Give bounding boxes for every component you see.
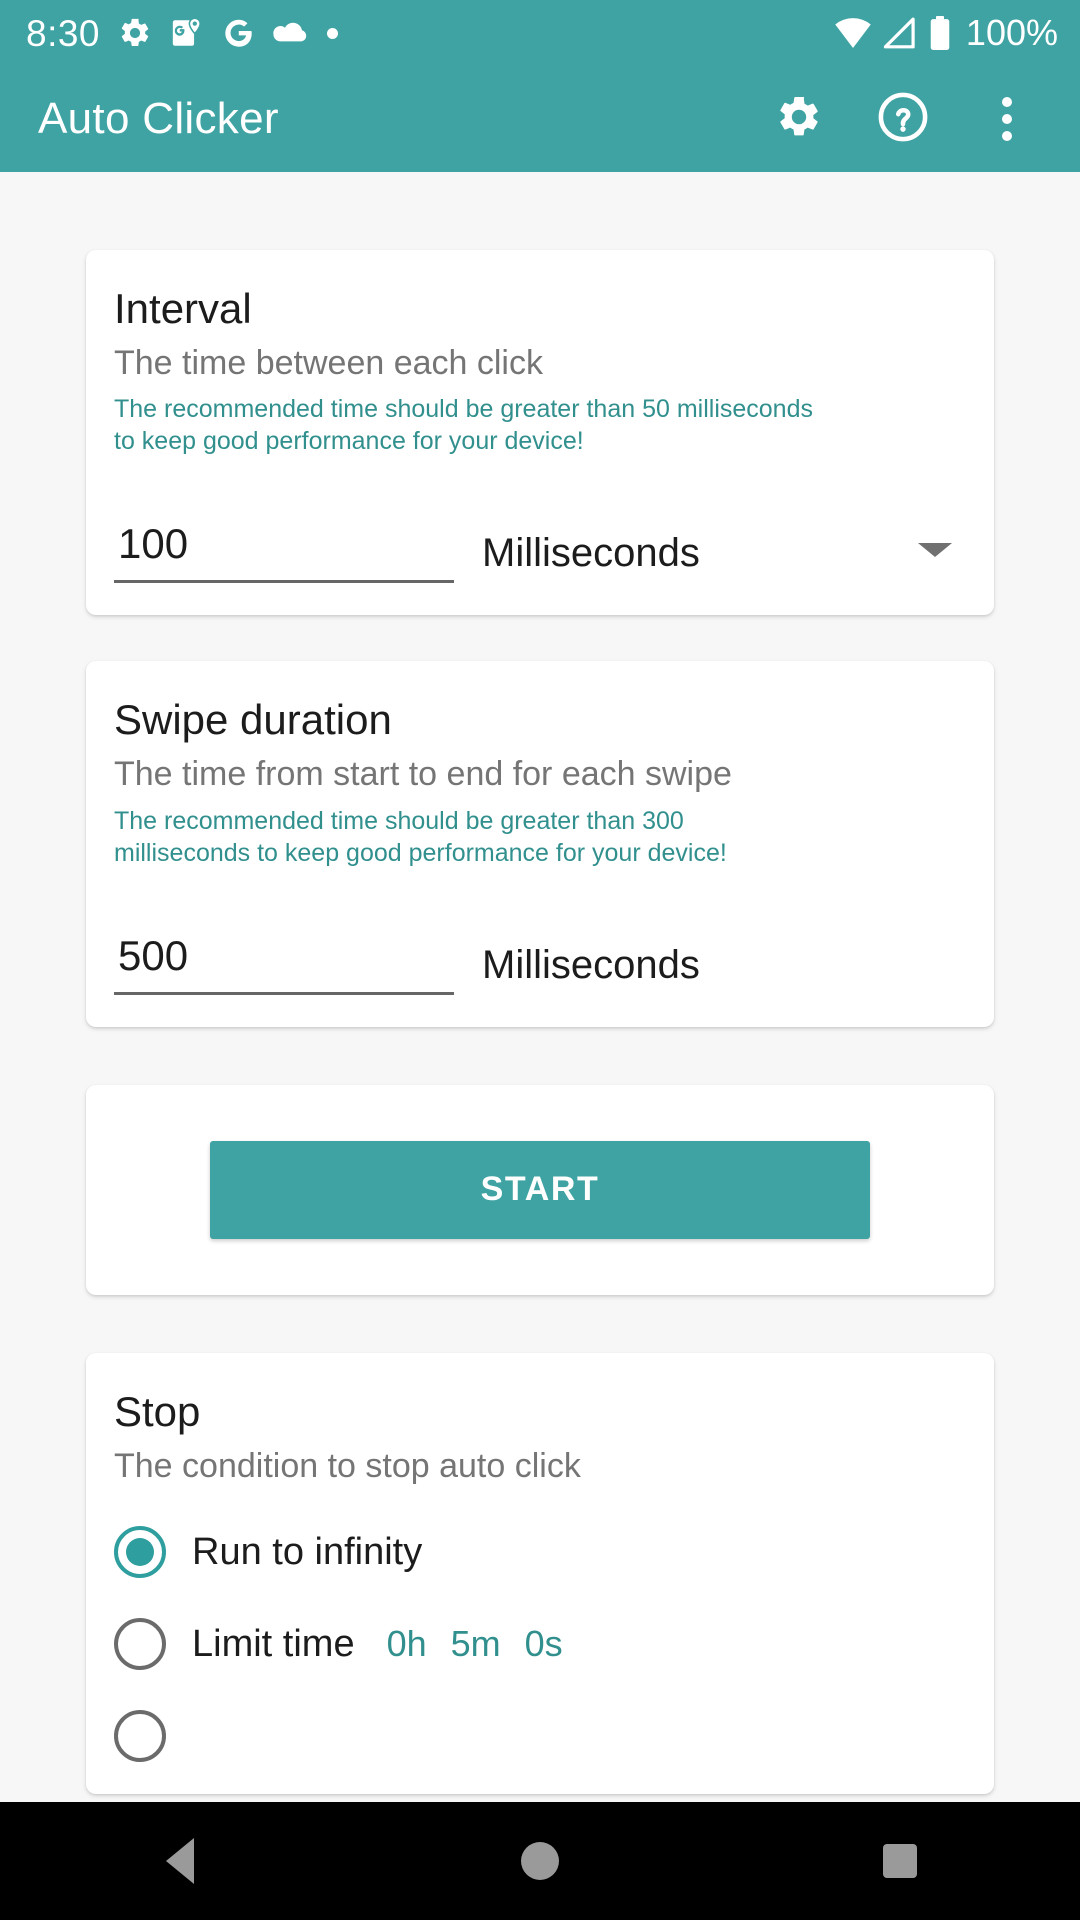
- swipe-duration-unit-label: Milliseconds: [482, 942, 700, 987]
- action-card: START: [86, 1084, 994, 1295]
- status-bar: 8:30 100%: [0, 0, 1080, 66]
- app-bar: Auto Clicker: [0, 66, 1080, 172]
- signal-icon: [882, 17, 918, 49]
- interval-value-input[interactable]: [114, 520, 454, 584]
- start-button[interactable]: START: [210, 1140, 870, 1239]
- stop-option-label: Run to infinity: [192, 1530, 423, 1573]
- stop-subtitle: The condition to stop auto click: [114, 1446, 581, 1485]
- system-navigation-bar: [0, 1802, 1080, 1920]
- app-screen: 8:30 100% Auto Clicker Interval The time…: [0, 0, 1080, 1920]
- status-bar-left: 8:30: [26, 12, 339, 54]
- swipe-duration-subtitle: The time from start to end for each swip…: [114, 755, 732, 794]
- back-button[interactable]: [120, 1802, 240, 1920]
- radio-button-icon[interactable]: [114, 1617, 166, 1670]
- interval-title: Interval: [114, 285, 252, 332]
- back-icon: [166, 1838, 194, 1884]
- stop-option-run-to-infinity[interactable]: Run to infinity: [114, 1525, 966, 1578]
- home-button[interactable]: [480, 1802, 600, 1920]
- stop-title: Stop: [114, 1387, 201, 1435]
- help-icon: [877, 91, 929, 148]
- limit-time-picker: 0h 5m 0s: [387, 1625, 563, 1662]
- help-button[interactable]: [872, 88, 934, 150]
- interval-subtitle: The time between each click: [114, 344, 543, 383]
- limit-time-seconds[interactable]: 0s: [525, 1625, 563, 1662]
- main-content: Interval The time between each click The…: [0, 172, 1080, 1802]
- swipe-duration-field-row: Milliseconds: [114, 917, 966, 995]
- home-icon: [521, 1842, 559, 1880]
- swipe-duration-card: Swipe duration The time from start to en…: [86, 661, 994, 1027]
- radio-button-selected-icon[interactable]: [114, 1525, 166, 1578]
- limit-time-minutes[interactable]: 5m: [451, 1625, 501, 1662]
- interval-hint: The recommended time should be greater t…: [114, 395, 813, 456]
- overflow-menu-button[interactable]: [976, 88, 1038, 150]
- stop-card: Stop The condition to stop auto click Ru…: [86, 1352, 994, 1794]
- radio-button-icon[interactable]: [114, 1709, 166, 1762]
- swipe-duration-value-input[interactable]: [114, 931, 454, 995]
- interval-unit-dropdown[interactable]: Milliseconds: [454, 533, 966, 583]
- chevron-down-icon[interactable]: [918, 543, 952, 558]
- status-bar-clock: 8:30: [26, 12, 101, 54]
- maps-pin-icon: [170, 16, 204, 50]
- google-g-icon: [222, 17, 255, 50]
- interval-unit-label: Milliseconds: [482, 531, 700, 576]
- app-bar-actions: [768, 88, 1050, 150]
- stop-option-limit-time[interactable]: Limit time 0h 5m 0s: [114, 1617, 966, 1670]
- recents-icon: [883, 1844, 917, 1878]
- swipe-duration-hint: The recommended time should be greater t…: [114, 806, 727, 867]
- limit-time-hours[interactable]: 0h: [387, 1625, 427, 1662]
- interval-field-row: Milliseconds: [114, 505, 966, 584]
- settings-button[interactable]: [768, 88, 830, 150]
- settings-icon: [775, 93, 823, 146]
- gear-icon: [118, 16, 152, 50]
- cloud-icon: [273, 19, 309, 47]
- page-title: Auto Clicker: [38, 94, 279, 143]
- stop-option-label: Limit time: [192, 1622, 355, 1665]
- dot-icon: [327, 27, 339, 39]
- settings-scroll-container[interactable]: Interval The time between each click The…: [0, 172, 1080, 1802]
- status-bar-right: 100%: [834, 15, 1058, 51]
- swipe-duration-title: Swipe duration: [114, 696, 392, 744]
- recents-button[interactable]: [840, 1802, 960, 1920]
- battery-percent-label: 100%: [965, 12, 1058, 53]
- wifi-icon: [834, 17, 872, 49]
- overflow-menu-icon: [1002, 97, 1012, 141]
- stop-option-partial-hidden[interactable]: [114, 1709, 966, 1762]
- interval-card: Interval The time between each click The…: [86, 250, 994, 616]
- battery-icon: [928, 16, 952, 50]
